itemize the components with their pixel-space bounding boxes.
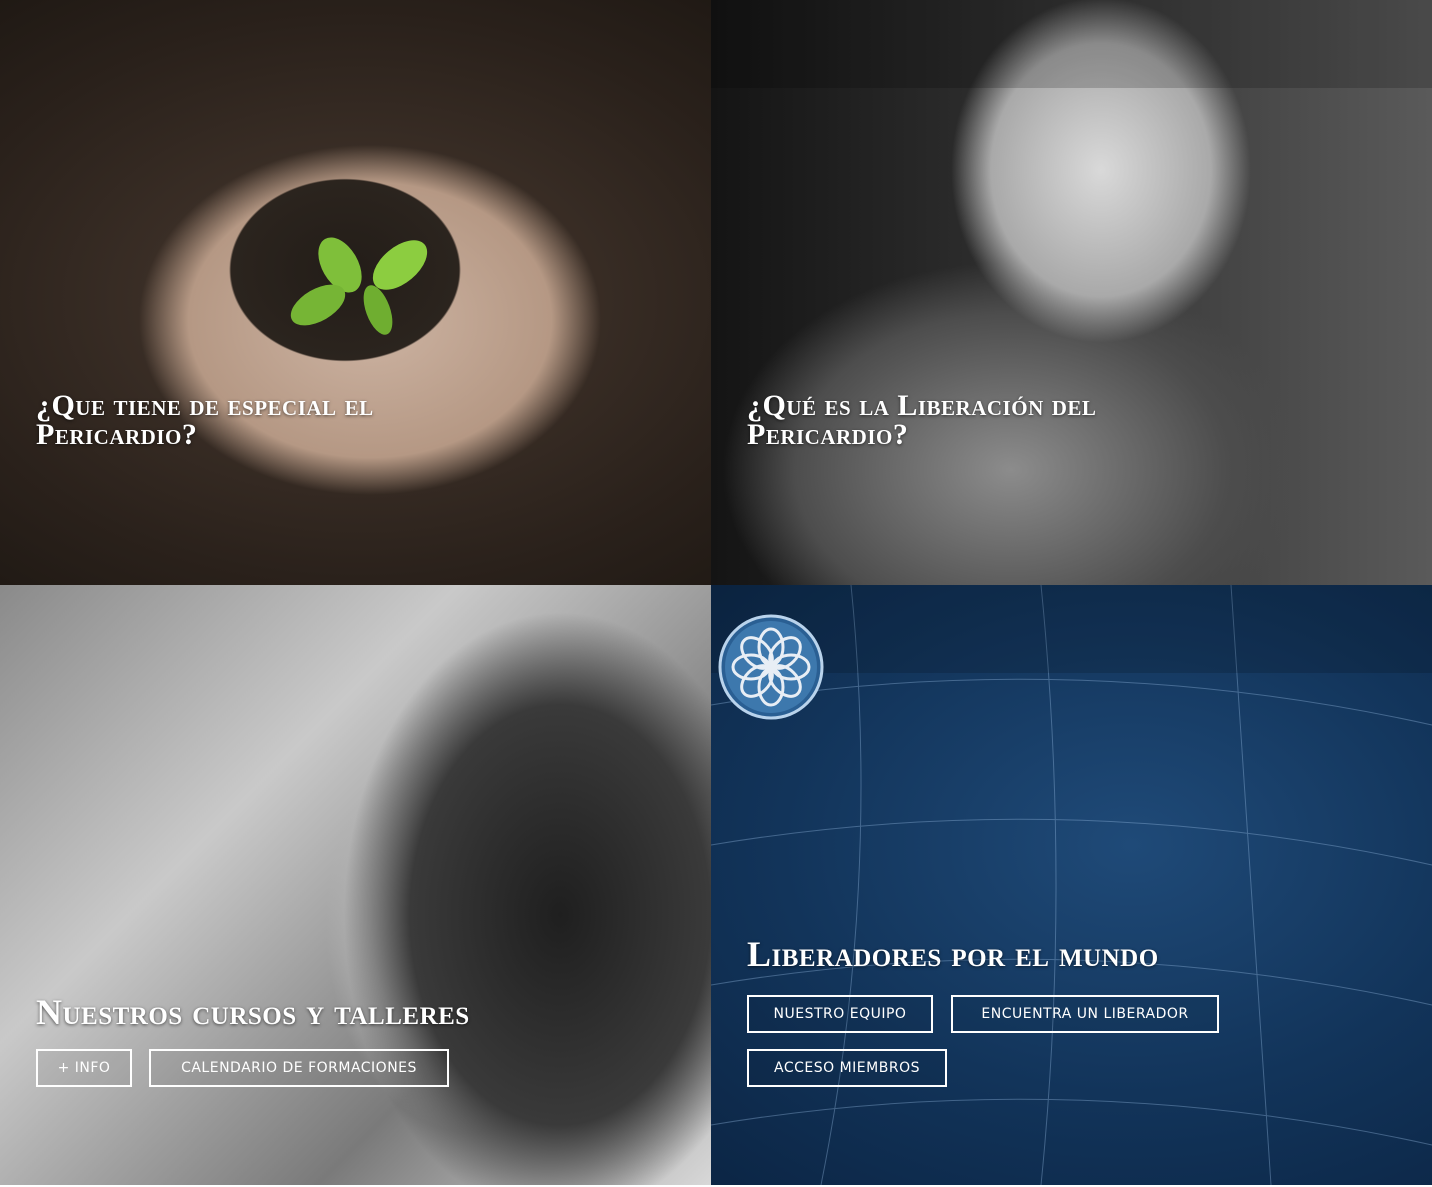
tile-liberacion-pericardio[interactable]: ¿Qué es la Liberación del Pericardio? bbox=[711, 0, 1432, 585]
tile-title[interactable]: Liberadores por el mundo bbox=[747, 934, 1159, 974]
top-band bbox=[711, 0, 1432, 88]
woman-profile-image bbox=[0, 585, 711, 1185]
tile-title[interactable]: ¿Qué es la Liberación del Pericardio? bbox=[747, 391, 1197, 450]
sprout-icon bbox=[290, 237, 428, 335]
info-button[interactable]: + INFO bbox=[36, 1049, 132, 1087]
tile-cursos-talleres: Nuestros cursos y talleres + INFO CALEND… bbox=[0, 585, 711, 1185]
nuestro-equipo-button[interactable]: NUESTRO EQUIPO bbox=[747, 995, 933, 1033]
globe-flower-logo-icon[interactable] bbox=[718, 614, 824, 720]
tile-especial-pericardio[interactable]: ¿Que tiene de especial el Pericardio? bbox=[0, 0, 711, 585]
tile-title[interactable]: ¿Que tiene de especial el Pericardio? bbox=[36, 391, 476, 450]
tile-liberadores-mundo: Liberadores por el mundo NUESTRO EQUIPO … bbox=[711, 585, 1432, 1185]
feature-grid: ¿Que tiene de especial el Pericardio? ¿Q… bbox=[0, 0, 1432, 1187]
calendario-formaciones-button[interactable]: CALENDARIO DE FORMACIONES bbox=[149, 1049, 449, 1087]
encuentra-liberador-button[interactable]: ENCUENTRA UN LIBERADOR bbox=[951, 995, 1219, 1033]
tile-title[interactable]: Nuestros cursos y talleres bbox=[36, 992, 470, 1032]
acceso-miembros-button[interactable]: ACCESO MIEMBROS bbox=[747, 1049, 947, 1087]
